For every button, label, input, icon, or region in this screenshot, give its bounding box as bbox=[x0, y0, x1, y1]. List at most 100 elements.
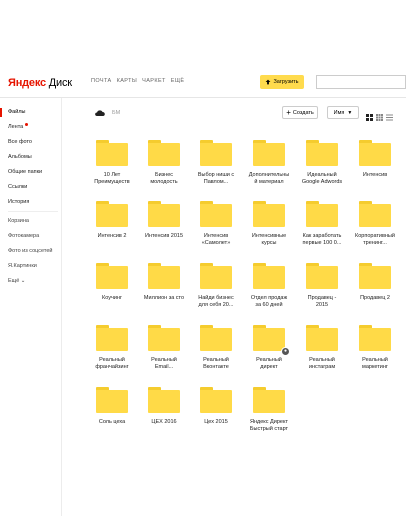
breadcrumb-current[interactable]: БМ bbox=[112, 110, 120, 116]
list-view-icon[interactable] bbox=[386, 108, 393, 121]
folder-label: Отдел продаж за 60 дней bbox=[250, 295, 288, 308]
sidebar: Файлы Лента Все фото Альбомы Общие папки… bbox=[0, 98, 62, 516]
sidebar-item-all-photos[interactable]: Все фото bbox=[8, 139, 32, 145]
active-indicator bbox=[0, 108, 2, 117]
folder-label: Соль цеха bbox=[98, 419, 126, 425]
folder-icon bbox=[306, 263, 338, 289]
folder-icon bbox=[148, 201, 180, 227]
grid-small-icon[interactable] bbox=[376, 108, 383, 121]
folder-label: Выбор ниши с Павлом... bbox=[197, 172, 235, 185]
chevron-down-icon: ▼ bbox=[347, 109, 353, 116]
folder-label: Миллион за сто bbox=[143, 295, 185, 301]
folder-icon bbox=[359, 325, 391, 351]
folder-label: Реальный инстаграм bbox=[308, 357, 336, 370]
sidebar-item-links[interactable]: Ссылки bbox=[8, 184, 27, 190]
folder-icon bbox=[306, 201, 338, 227]
folder-label: Интенсив bbox=[362, 172, 388, 178]
folder-icon bbox=[96, 325, 128, 351]
folder-label: Найди бизнес для себя 20... bbox=[198, 295, 234, 308]
sidebar-item-trash[interactable]: Корзина bbox=[8, 218, 29, 224]
folder-icon bbox=[96, 140, 128, 166]
top-header: Яндекс Диск ПОЧТА КАРТЫ ЧАРКЕТ ЕЩЁ Загру… bbox=[0, 66, 406, 98]
view-switcher bbox=[366, 108, 393, 121]
folder-label: Продавец 2 bbox=[360, 295, 390, 301]
grid-large-icon[interactable] bbox=[366, 108, 373, 121]
chevron-down-icon: ⌄ bbox=[20, 278, 26, 284]
folder-label: Интенсив 2015 bbox=[144, 233, 184, 239]
folder-label: Яндекс Директ Быстрый старт bbox=[249, 419, 289, 432]
folder-label: Интенсив «Самолет» bbox=[201, 233, 231, 246]
sort-label: Имя bbox=[333, 109, 345, 116]
sidebar-item-feed[interactable]: Лента bbox=[8, 124, 23, 130]
folder-label: 10 Лет Преимуществ bbox=[94, 172, 130, 185]
sidebar-item-albums[interactable]: Альбомы bbox=[8, 154, 32, 160]
folder-icon bbox=[200, 387, 232, 413]
folder-icon bbox=[96, 263, 128, 289]
nav-maps[interactable]: КАРТЫ bbox=[117, 78, 138, 84]
create-label: Создать bbox=[292, 109, 314, 116]
nav-more[interactable]: ЕЩЁ bbox=[171, 78, 185, 84]
folder-label: Реальный директ bbox=[256, 357, 282, 370]
sidebar-item-shared-folders[interactable]: Общие папки bbox=[8, 169, 42, 175]
nav-market[interactable]: ЧАРКЕТ bbox=[142, 78, 166, 84]
sidebar-item-more[interactable]: Ещё ⌄ bbox=[8, 278, 25, 284]
folder-icon bbox=[306, 140, 338, 166]
shared-badge-icon: ● bbox=[281, 347, 290, 356]
folder-icon bbox=[200, 140, 232, 166]
folder-label: Интенсив 2 bbox=[97, 233, 127, 239]
folder-label: Реальный Email... bbox=[151, 357, 177, 370]
folder-icon bbox=[148, 325, 180, 351]
folder-icon bbox=[148, 387, 180, 413]
folder-icon bbox=[253, 263, 285, 289]
folder-icon bbox=[253, 387, 285, 413]
folder-icon bbox=[359, 201, 391, 227]
sidebar-item-yandex-images[interactable]: Я.Картинки bbox=[8, 263, 37, 269]
folder-icon bbox=[200, 201, 232, 227]
folder-label: ЦЕХ 2016 bbox=[151, 419, 177, 425]
logo[interactable]: Яндекс Диск bbox=[8, 77, 72, 89]
folder-icon bbox=[148, 263, 180, 289]
sidebar-item-history[interactable]: История bbox=[8, 199, 29, 205]
create-button[interactable]: + Создать bbox=[282, 106, 318, 119]
sidebar-divider bbox=[8, 211, 58, 212]
sidebar-more-label: Ещё bbox=[8, 278, 20, 284]
folder-icon bbox=[359, 140, 391, 166]
folder-label: Дополнительны й материал bbox=[248, 172, 290, 185]
folder-icon: ● bbox=[253, 325, 290, 356]
upload-button[interactable]: Загрузить bbox=[260, 75, 304, 89]
folder-icon bbox=[148, 140, 180, 166]
folder-icon bbox=[253, 140, 285, 166]
service-nav: ПОЧТА КАРТЫ ЧАРКЕТ ЕЩЁ bbox=[91, 78, 185, 84]
folder-icon bbox=[96, 387, 128, 413]
folder-label: Идеальный Google Adwords bbox=[301, 172, 343, 185]
folder-label: Реальный маркетинг bbox=[362, 357, 388, 370]
upload-icon bbox=[266, 79, 271, 85]
sidebar-item-camera[interactable]: Фотокамера bbox=[8, 233, 39, 239]
folder-label: Цех 2015 bbox=[204, 419, 228, 425]
folder-icon bbox=[359, 263, 391, 289]
folder-icon bbox=[96, 201, 128, 227]
folder-label: Корпоративный тренинг... bbox=[355, 233, 395, 246]
folder-label: Бизнес молодость bbox=[150, 172, 178, 185]
upload-label: Загрузить bbox=[273, 79, 299, 85]
folder-label: Реальный франчайзинг bbox=[95, 357, 129, 370]
cloud-icon bbox=[95, 110, 105, 116]
folder-icon bbox=[253, 201, 285, 227]
sidebar-item-social-photos[interactable]: Фото из соцсетей bbox=[8, 248, 52, 254]
logo-yandex: Яндекс bbox=[8, 77, 46, 89]
breadcrumb: БМ bbox=[94, 109, 120, 117]
folder-label: Коучинг bbox=[102, 295, 122, 301]
sidebar-item-files[interactable]: Файлы bbox=[8, 109, 25, 115]
folder-icon bbox=[200, 325, 232, 351]
folder-icon bbox=[200, 263, 232, 289]
folder-label: Продавец - 2015 bbox=[307, 295, 337, 308]
folder-icon bbox=[306, 325, 338, 351]
nav-mail[interactable]: ПОЧТА bbox=[91, 78, 112, 84]
sort-dropdown[interactable]: Имя ▼ bbox=[327, 106, 359, 119]
notification-dot bbox=[25, 123, 28, 126]
folder-label: Интенсивные курсы bbox=[251, 233, 287, 246]
folder-label: Как заработать первые 100 0... bbox=[302, 233, 342, 246]
folder-label: Реальный Вконтакте bbox=[203, 357, 229, 370]
search-input[interactable] bbox=[316, 75, 406, 89]
plus-icon: + bbox=[286, 107, 291, 117]
